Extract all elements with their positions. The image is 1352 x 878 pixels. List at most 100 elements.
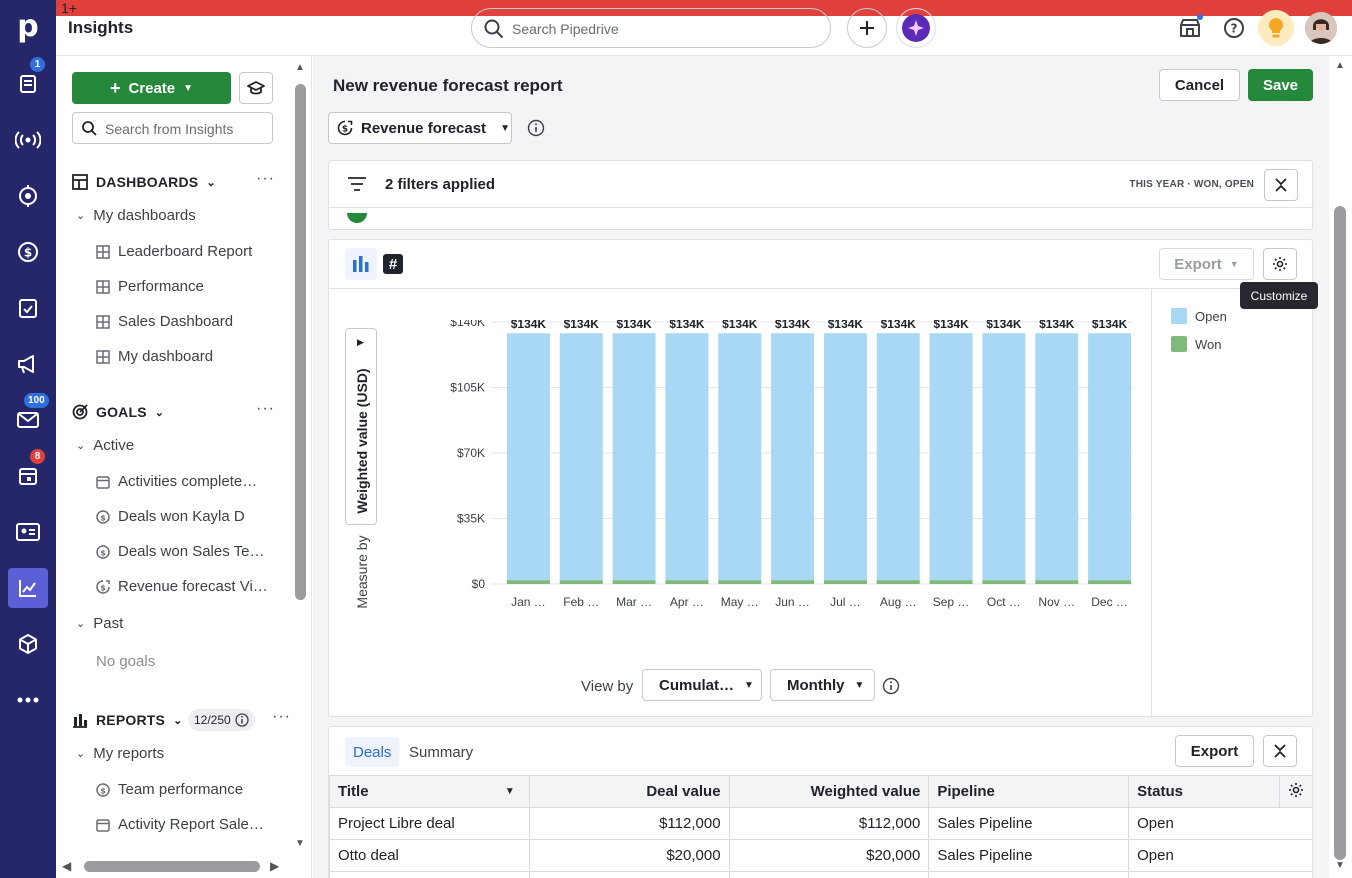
chart-view-toggle[interactable] — [345, 248, 377, 280]
tab-summary[interactable]: Summary — [401, 737, 481, 767]
bar-won — [718, 580, 762, 584]
my-reports-group[interactable]: ⌄ My reports — [76, 745, 164, 762]
cell-title[interactable]: Project Libre deal — [329, 807, 530, 840]
caret-down-icon: ▼ — [183, 82, 194, 94]
marketplace-icon[interactable] — [1176, 14, 1204, 42]
customize-button[interactable] — [1263, 248, 1297, 280]
filter-icon[interactable] — [347, 176, 367, 192]
svg-text:$: $ — [100, 513, 106, 522]
column-header-title[interactable]: Title ▼ — [329, 775, 530, 808]
legend-item-open[interactable]: Open — [1171, 308, 1227, 324]
info-icon[interactable] — [882, 677, 900, 695]
scroll-left-arrow-icon[interactable]: ◀ — [62, 859, 71, 873]
revenue-icon[interactable]: $ — [8, 232, 48, 272]
bar-won — [665, 580, 709, 584]
scroll-up-arrow-icon[interactable]: ▲ — [1335, 60, 1345, 71]
view-by-dropdown[interactable]: Cumulat… ▼ — [642, 669, 762, 701]
sidebar-vertical-scrollbar[interactable]: ▲ ▼ — [290, 60, 312, 852]
table-row[interactable]: Project Libre deal $112,000 $112,000 Sal… — [329, 807, 1312, 840]
bar-won — [823, 580, 867, 584]
column-header-deal-value[interactable]: Deal value — [528, 775, 730, 808]
table-export-button[interactable]: Export — [1175, 735, 1254, 767]
tab-deals[interactable]: Deals — [345, 737, 400, 767]
save-button[interactable]: Save — [1248, 69, 1313, 101]
insights-icon[interactable] — [8, 568, 48, 608]
more-icon[interactable] — [8, 680, 48, 720]
report-item[interactable]: Activity Report Sale… — [96, 816, 264, 833]
sidebar-horizontal-scrollbar[interactable]: ◀ ▶ — [56, 856, 312, 878]
sidebar-scroll-thumb[interactable] — [295, 84, 306, 600]
global-search-input[interactable]: Search Pipedrive — [471, 8, 831, 48]
reports-more-icon[interactable]: ··· — [272, 708, 291, 726]
report-item[interactable]: $ Team performance — [96, 781, 243, 798]
column-header-pipeline[interactable]: Pipeline — [928, 775, 1130, 808]
active-goals-group[interactable]: ⌄ Active — [76, 437, 134, 454]
main-vertical-scrollbar[interactable]: ▲ ▼ — [1329, 56, 1352, 878]
dashboard-icon — [96, 244, 110, 259]
help-icon[interactable]: ? — [1220, 14, 1248, 42]
tips-button[interactable] — [1258, 10, 1294, 46]
bar-won — [929, 580, 973, 584]
contacts-icon[interactable] — [8, 512, 48, 552]
sort-caret-icon[interactable]: ▼ — [505, 786, 515, 797]
interval-dropdown[interactable]: Monthly ▼ — [770, 669, 875, 701]
cancel-button[interactable]: Cancel — [1159, 69, 1240, 101]
column-header-weighted-value[interactable]: Weighted value — [728, 775, 930, 808]
scroll-down-arrow-icon[interactable]: ▼ — [295, 838, 305, 849]
scroll-right-arrow-icon[interactable]: ▶ — [270, 859, 279, 873]
main-scroll-thumb[interactable] — [1334, 206, 1346, 860]
pipedrive-logo[interactable]: p — [14, 10, 42, 44]
tasks-icon[interactable] — [8, 288, 48, 328]
lightbulb-icon — [1269, 18, 1283, 38]
table-row[interactable]: Otto deal $20,000 $20,000 Sales Pipeline… — [329, 839, 1312, 872]
chart-export-button[interactable]: Export ▼ — [1159, 248, 1254, 280]
view-by-label: View by — [581, 678, 634, 695]
sidebar-hscroll-thumb[interactable] — [84, 861, 260, 872]
goal-item[interactable]: $ Deals won Sales Te… — [96, 543, 264, 560]
report-title[interactable]: New revenue forecast report — [333, 76, 563, 96]
scroll-up-arrow-icon[interactable]: ▲ — [295, 62, 305, 73]
collapse-table-button[interactable] — [1263, 735, 1297, 767]
cell-title[interactable]: Otto deal — [329, 839, 530, 872]
dashboard-item[interactable]: Leaderboard Report — [96, 243, 252, 260]
measure-by-dropdown[interactable]: ▶ Weighted value (USD) — [345, 328, 377, 525]
x-tick-label: Feb … — [563, 595, 599, 609]
collapse-filters-button[interactable] — [1264, 169, 1298, 201]
goals-more-icon[interactable]: ··· — [256, 400, 275, 418]
dashboard-item[interactable]: Sales Dashboard — [96, 313, 233, 330]
scroll-down-arrow-icon[interactable]: ▼ — [1335, 860, 1345, 871]
goal-item-label: Deals won Sales Te… — [118, 543, 265, 560]
ai-assistant-button[interactable] — [896, 8, 936, 48]
leads-icon[interactable] — [8, 120, 48, 160]
info-icon[interactable] — [527, 119, 545, 137]
report-type-dropdown[interactable]: $ Revenue forecast ▼ — [328, 112, 512, 144]
column-header-status[interactable]: Status — [1128, 775, 1280, 808]
cell-title[interactable] — [329, 871, 530, 878]
campaigns-icon[interactable] — [8, 344, 48, 384]
goals-section-header[interactable]: GOALS ⌄ — [72, 404, 164, 420]
dashboard-item[interactable]: Performance — [96, 278, 204, 295]
goal-item[interactable]: Activities complete… — [96, 473, 257, 490]
goal-item[interactable]: $ Deals won Kayla D — [96, 508, 245, 525]
dashboards-section-header[interactable]: DASHBOARDS ⌄ — [72, 174, 216, 190]
insights-search-input[interactable]: Search from Insights — [72, 112, 273, 144]
projects-icon[interactable] — [8, 176, 48, 216]
goal-item[interactable]: $ Revenue forecast Vi… — [96, 578, 268, 595]
products-icon[interactable] — [8, 624, 48, 664]
past-goals-group[interactable]: ⌄ Past — [76, 615, 123, 632]
filters-applied-label[interactable]: 2 filters applied — [385, 176, 495, 193]
reports-section-header[interactable]: REPORTS ⌄ — [72, 712, 183, 728]
column-settings[interactable] — [1278, 775, 1312, 808]
dashboards-more-icon[interactable]: ··· — [256, 170, 275, 188]
chevron-down-icon: ⌄ — [154, 406, 165, 419]
create-button[interactable]: + Create ▼ — [72, 72, 231, 104]
learn-button[interactable] — [239, 72, 273, 104]
quick-add-button[interactable] — [847, 8, 887, 48]
number-view-toggle[interactable]: # — [383, 254, 403, 274]
info-icon[interactable] — [235, 713, 249, 727]
table-row[interactable] — [329, 871, 1312, 878]
dashboard-item[interactable]: My dashboard — [96, 348, 213, 365]
my-dashboards-group[interactable]: ⌄ My dashboards — [76, 207, 196, 224]
legend-item-won[interactable]: Won — [1171, 336, 1222, 352]
user-avatar[interactable] — [1305, 12, 1337, 44]
